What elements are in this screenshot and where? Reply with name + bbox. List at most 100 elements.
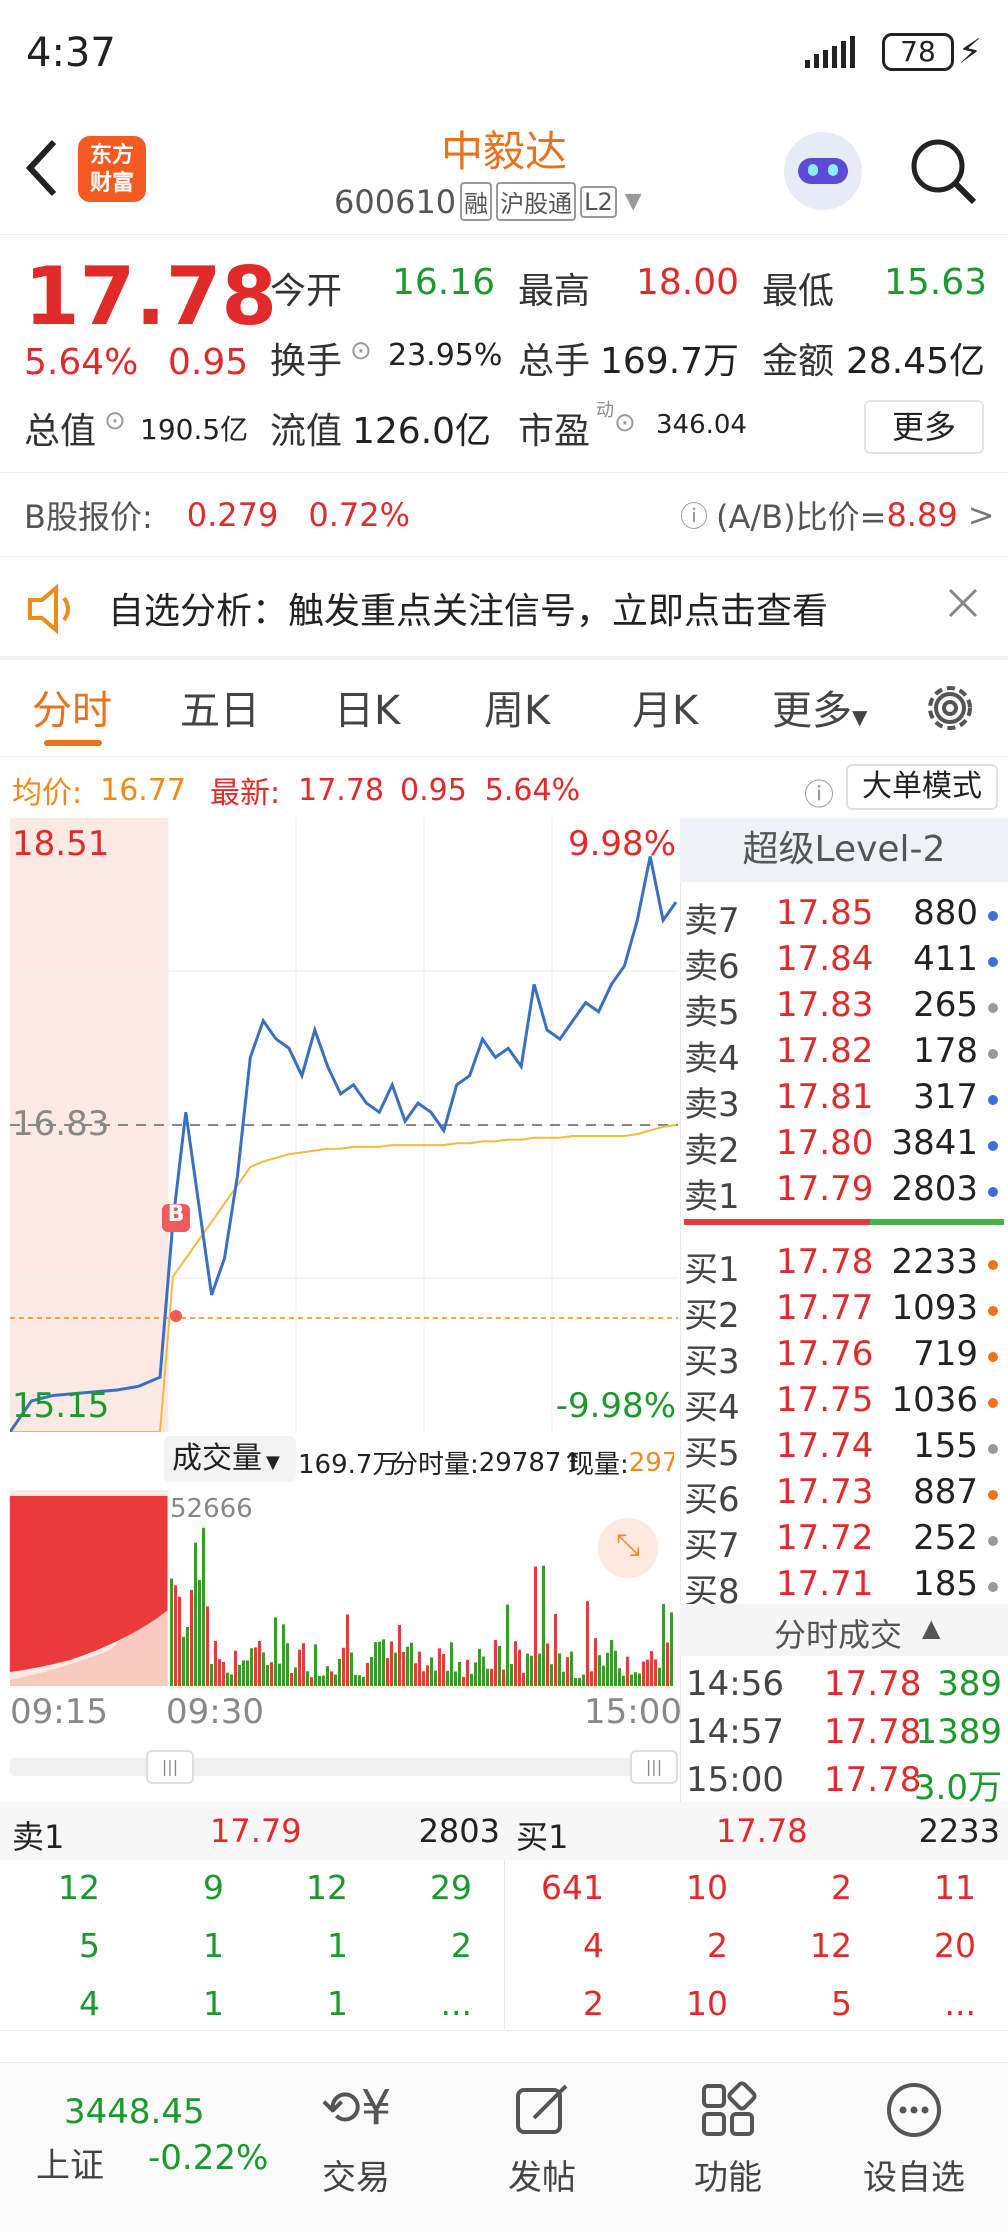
ask-dot	[988, 1003, 998, 1013]
float-value: 126.0亿	[352, 411, 492, 452]
ask-price: 17.85	[776, 893, 874, 933]
minute-volume-label: 分时量:	[392, 1450, 479, 1480]
scroll-handle-left[interactable]: |||	[146, 1750, 194, 1784]
nav-watchlist-label: 设自选	[863, 2158, 965, 2198]
ask-volume: 265	[913, 985, 978, 1025]
tab-daily-k[interactable]: 日K	[334, 678, 400, 736]
ask-volume: 2803	[891, 1169, 978, 1209]
ask-dot	[988, 1049, 998, 1059]
b-share-row[interactable]: B股报价: 0.279 0.72%	[24, 492, 410, 538]
volume-bar	[178, 1596, 181, 1686]
bid-volume: 185	[913, 1564, 978, 1604]
help-icon[interactable]: ⓘ	[804, 770, 834, 814]
bid-volume: 252	[913, 1518, 978, 1558]
bid-row[interactable]: 买4 17.75 1036	[684, 1380, 1004, 1428]
tab-more[interactable]: 更多▼	[772, 678, 867, 736]
queue-order-size: 641	[541, 1868, 604, 1907]
volume-bar	[370, 1656, 373, 1686]
robot-assistant-icon[interactable]	[784, 132, 862, 210]
avg-label: 均价:	[12, 776, 83, 811]
signal-icon	[805, 36, 867, 74]
volume-bar	[414, 1663, 417, 1686]
volume-bar	[450, 1642, 453, 1686]
volume-bar	[666, 1642, 669, 1686]
search-icon[interactable]	[908, 136, 978, 210]
low-value: 15.63	[884, 262, 988, 303]
volume-bar	[634, 1672, 637, 1686]
price-chart[interactable]: B 18.51 9.98% 16.83 15.15 -9.98%	[8, 818, 678, 1433]
bid-price: 17.75	[776, 1380, 874, 1420]
bid-row[interactable]: 买1 17.78 2233	[684, 1242, 1004, 1290]
more-button[interactable]: 更多	[864, 400, 984, 454]
queue-order-size: 12	[810, 1926, 852, 1965]
volume-bar	[202, 1527, 205, 1686]
volume-bar	[322, 1675, 325, 1686]
latest-chg: 0.95	[400, 772, 467, 808]
queue-order-size: 5	[831, 1984, 852, 2023]
bid-strength-bar	[870, 1219, 1004, 1225]
tab-monthly-k[interactable]: 月K	[632, 678, 698, 736]
ask-row[interactable]: 卖4 17.82 178	[684, 1031, 1004, 1079]
tab-weekly-k[interactable]: 周K	[484, 678, 550, 736]
stock-header: 东方 财富 中毅达 600610 融 沪股通 L2 ▼	[0, 108, 1008, 234]
nav-trade[interactable]: ⟲¥ 交易	[266, 2080, 446, 2199]
bid-row[interactable]: 买7 17.72 252	[684, 1518, 1004, 1566]
chart-bottom-pct: -9.98%	[555, 1386, 676, 1426]
volume-bar	[306, 1671, 309, 1686]
bid-row[interactable]: 买2 17.77 1093	[684, 1288, 1004, 1336]
avg-value: 16.77	[100, 772, 186, 808]
nav-post-label: 发帖	[508, 2158, 576, 2198]
timeline-scrollbar[interactable]: ||| |||	[10, 1750, 678, 1784]
ask-price: 17.82	[776, 1031, 874, 1071]
tick-header[interactable]: 分时成交 ▲	[680, 1604, 1008, 1656]
tab-intraday[interactable]: 分时	[32, 678, 112, 736]
volume-bar	[330, 1671, 333, 1686]
bid-row[interactable]: 买5 17.74 155	[684, 1426, 1004, 1474]
volume-chart[interactable]: 52666 ⤡	[10, 1490, 678, 1686]
stock-code-row[interactable]: 600610 融 沪股通 L2 ▼	[334, 182, 642, 221]
close-icon[interactable]	[946, 586, 980, 624]
ask-row[interactable]: 卖5 17.83 265	[684, 985, 1004, 1033]
ask-volume: 411	[913, 939, 978, 979]
volume-bar	[302, 1643, 305, 1686]
status-bar: 4:37 78 ⚡	[0, 0, 1008, 108]
bid-volume: 719	[913, 1334, 978, 1374]
nav-post[interactable]: 发帖	[452, 2080, 632, 2199]
tab-five-day[interactable]: 五日	[180, 678, 260, 736]
volume-bar	[610, 1640, 613, 1686]
ask-row[interactable]: 卖6 17.84 411	[684, 939, 1004, 987]
nav-functions[interactable]: 功能	[638, 2080, 818, 2199]
bid-dot	[988, 1536, 998, 1546]
queue-order-size: ...	[944, 1984, 976, 2023]
yen-exchange-icon: ⟲¥	[320, 2080, 392, 2136]
volume-indicator-dropdown[interactable]: 成交量 ▼	[164, 1436, 296, 1482]
volume-bar	[266, 1665, 269, 1686]
big-order-mode-button[interactable]: 大单模式	[846, 764, 998, 810]
change-abs: 0.95	[168, 342, 249, 383]
ab-ratio[interactable]: ⓘ (A/B)比价= 8.89 >	[680, 492, 995, 538]
ask-row[interactable]: 卖1 17.79 2803	[684, 1169, 1004, 1217]
queue-order-size: 2	[451, 1926, 472, 1965]
volume-bar	[526, 1653, 529, 1686]
expand-icon[interactable]: ⤡	[598, 1518, 658, 1578]
volume-total: 169.7万	[298, 1450, 399, 1480]
volume-bar	[618, 1668, 621, 1686]
volume-bar	[346, 1614, 349, 1686]
index-ticker[interactable]: 3448.45 上证 -0.22%	[30, 2070, 280, 2220]
volume-bar	[402, 1651, 405, 1686]
level2-title[interactable]: 超级Level-2	[680, 818, 1008, 882]
volume-bar	[462, 1676, 465, 1686]
ask-row[interactable]: 卖3 17.81 317	[684, 1077, 1004, 1125]
queue-order-size: 1	[203, 1926, 224, 1965]
analysis-banner[interactable]: 自选分析：触发重点关注信号，立即点击查看	[0, 558, 1008, 658]
ask-row[interactable]: 卖7 17.85 880	[684, 893, 1004, 941]
gear-icon[interactable]	[922, 680, 978, 740]
high-value: 18.00	[636, 262, 740, 303]
nav-watchlist[interactable]: 设自选	[824, 2080, 1004, 2199]
bid-row[interactable]: 买3 17.76 719	[684, 1334, 1004, 1382]
volume-bar	[426, 1665, 429, 1686]
scroll-handle-right[interactable]: |||	[630, 1750, 678, 1784]
queue-buy-price: 17.78	[716, 1812, 808, 1850]
ask-row[interactable]: 卖2 17.80 3841	[684, 1123, 1004, 1171]
bid-row[interactable]: 买6 17.73 887	[684, 1472, 1004, 1520]
